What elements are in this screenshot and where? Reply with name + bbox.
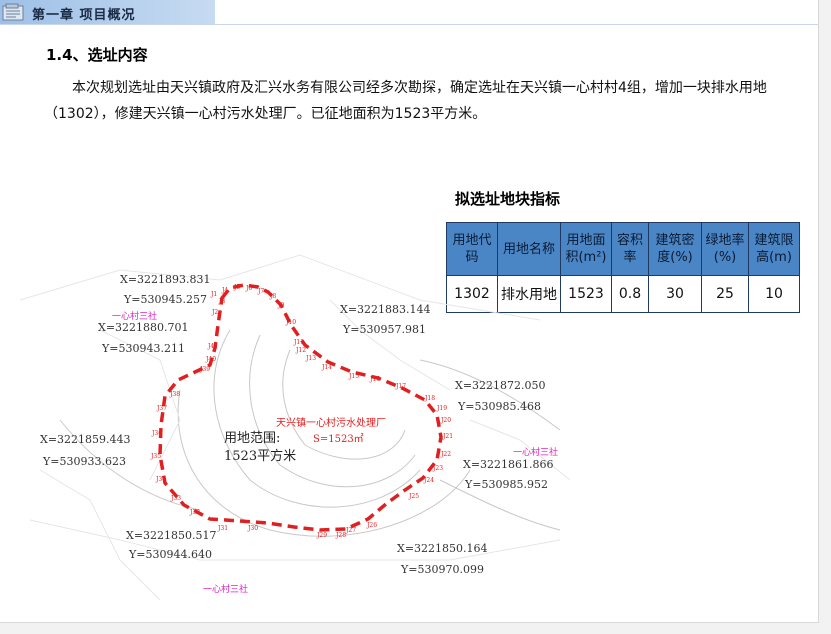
site-boundary xyxy=(158,283,443,532)
point-label: J34 xyxy=(155,476,166,483)
coord-y: Y=530985.468 xyxy=(457,400,541,413)
coord-y: Y=530944.640 xyxy=(128,548,212,561)
col-header: 绿地率(%) xyxy=(701,222,749,276)
point-label: J39 xyxy=(199,366,210,373)
point-label: J26 xyxy=(366,522,377,529)
coord-x: X=3221859.443 xyxy=(40,433,131,446)
col-header: 容积率 xyxy=(611,222,649,276)
point-label: J19 xyxy=(436,405,447,412)
point-label: J3 xyxy=(218,298,225,305)
point-label: J8 xyxy=(269,293,276,300)
point-label: J1 xyxy=(210,291,217,298)
point-label: J31 xyxy=(217,525,228,532)
folder-icon xyxy=(2,3,24,21)
point-label: J24 xyxy=(423,477,434,484)
coord-y: Y=530957.981 xyxy=(342,323,426,336)
table-cell: 30 xyxy=(648,275,702,313)
table-cell: 25 xyxy=(701,275,749,313)
point-label: J17 xyxy=(395,383,406,390)
table-cell: 10 xyxy=(748,275,800,313)
point-label: J27 xyxy=(345,527,356,534)
point-label: J15 xyxy=(348,373,359,380)
plant-area-label: S=1523㎡ xyxy=(313,433,364,445)
document-page: 第一章 项目概况 1.4、选址内容 本次规划选址由天兴镇政府及汇兴水务有限公司经… xyxy=(0,0,819,623)
point-label: J18 xyxy=(424,395,435,402)
table-cell: 0.8 xyxy=(611,275,649,313)
coord-y: Y=530945.257 xyxy=(123,293,207,306)
coord-x: X=3221893.831 xyxy=(120,273,211,286)
point-label: J38 xyxy=(169,391,180,398)
point-label: J20 xyxy=(440,417,451,424)
chapter-title: 第一章 项目概况 xyxy=(32,8,136,23)
point-label: J40 xyxy=(205,356,216,363)
point-label: J28 xyxy=(335,532,346,539)
point-label: J5 xyxy=(233,284,240,291)
col-header: 建筑限高(m) xyxy=(748,222,800,276)
point-label: J30 xyxy=(247,525,258,532)
point-label: J10 xyxy=(285,319,296,326)
point-label: J33 xyxy=(170,495,181,502)
point-label: J4 xyxy=(221,287,228,294)
point-label: J29 xyxy=(316,532,327,539)
coord-x: X=3221872.050 xyxy=(455,379,546,392)
point-label: J36 xyxy=(151,430,162,437)
point-label: J32 xyxy=(189,509,200,516)
village-label: 一心村三社 xyxy=(112,310,157,322)
point-label: J25 xyxy=(408,493,419,500)
plant-label: 天兴镇一心村污水处理厂 xyxy=(276,416,386,429)
coord-y: Y=530943.211 xyxy=(101,342,185,355)
section-paragraph: 本次规划选址由天兴镇政府及汇兴水务有限公司经多次勘探，确定选址在天兴镇一心村村4… xyxy=(44,80,767,122)
coord-y: Y=530970.099 xyxy=(400,563,484,576)
coord-x: X=3221861.866 xyxy=(463,458,554,471)
village-label: 一心村三社 xyxy=(203,583,248,595)
coord-y: Y=530933.623 xyxy=(42,455,126,468)
point-label: J14 xyxy=(321,364,332,371)
point-label: J37 xyxy=(156,405,167,412)
area-label: 用地范围: xyxy=(224,431,280,446)
area-value: 1523平方米 xyxy=(224,448,296,464)
coord-x: X=3221880.701 xyxy=(98,321,189,334)
point-label: J7 xyxy=(257,288,264,295)
table-title: 拟选址地块指标 xyxy=(455,190,561,208)
point-label: J6 xyxy=(245,285,252,292)
section-title: 1.4、选址内容 xyxy=(46,46,148,64)
coord-x: X=3221883.144 xyxy=(340,303,431,316)
point-label: J11 xyxy=(293,339,304,346)
village-label: 一心村三社 xyxy=(513,446,558,458)
coord-x: X=3221850.517 xyxy=(126,529,217,542)
chapter-header: 第一章 项目概况 xyxy=(0,0,818,25)
point-label: J9 xyxy=(277,302,284,309)
col-header: 建筑密度(%) xyxy=(648,222,702,276)
point-label: J16 xyxy=(369,376,380,383)
point-label: J21 xyxy=(442,433,453,440)
point-label: J12 xyxy=(295,347,306,354)
point-label: J2 xyxy=(211,309,218,316)
point-label: J41 xyxy=(207,343,218,350)
site-map: J1 J2 J3 J4 J5 J6 J7 J8 J9 J10 J11 J12 J… xyxy=(19,254,571,601)
coord-y: Y=530985.952 xyxy=(464,478,548,491)
coord-x: X=3221850.164 xyxy=(397,542,488,555)
point-label: J13 xyxy=(305,355,316,362)
point-label: J35 xyxy=(150,453,161,460)
point-label: J22 xyxy=(440,451,451,458)
point-label: J23 xyxy=(432,465,443,472)
